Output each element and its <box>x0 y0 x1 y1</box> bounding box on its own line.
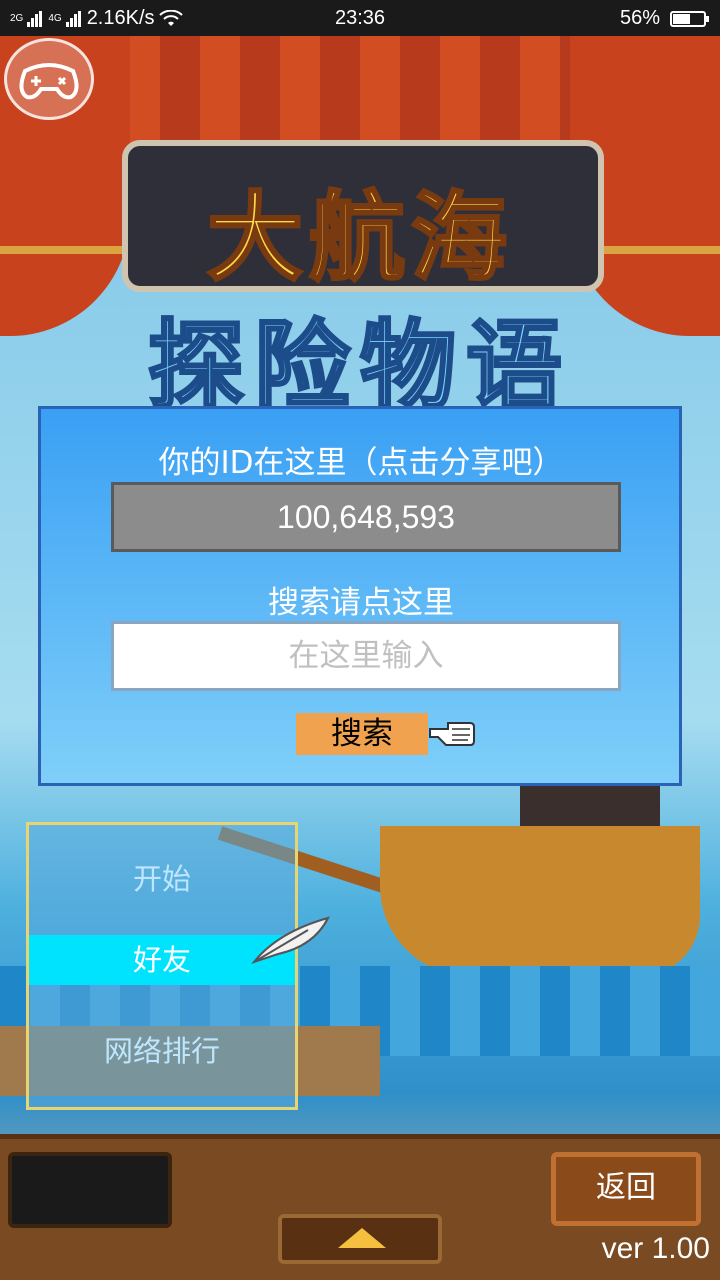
clock: 23:36 <box>334 7 386 29</box>
ship-hull <box>380 826 700 976</box>
search-button[interactable]: 搜索 <box>296 713 428 755</box>
battery-fill <box>673 13 690 24</box>
status-right: 56% <box>619 7 709 30</box>
battery-percent: 56% <box>619 7 660 29</box>
back-button[interactable]: 返回 <box>551 1152 701 1226</box>
search-title: 搜索请点这里 <box>268 585 454 621</box>
menu-item-start[interactable]: 开始 <box>29 859 295 899</box>
version-label: ver 1.00 <box>601 1232 710 1265</box>
gamepad-button[interactable] <box>4 38 94 120</box>
search-input[interactable] <box>111 621 621 691</box>
battery-icon <box>670 10 709 27</box>
item-slot[interactable] <box>8 1152 172 1228</box>
share-dialog: 你的ID在这里（点击分享吧） 100,648,593 搜索请点这里 搜索 <box>38 406 682 786</box>
pointing-hand-icon <box>429 722 475 746</box>
quill-feather-icon <box>251 916 330 965</box>
id-title[interactable]: 你的ID在这里（点击分享吧） <box>41 437 681 482</box>
triangle-up-icon <box>338 1228 386 1248</box>
status-bar: 2G 4G 2.16K/s 23:36 56% <box>0 0 720 36</box>
game-title-line1: 大航海 <box>206 181 513 296</box>
player-id-box[interactable]: 100,648,593 <box>111 482 621 552</box>
expand-button[interactable] <box>278 1214 442 1264</box>
gamepad-icon <box>19 63 79 100</box>
menu-item-ranking[interactable]: 网络排行 <box>29 1031 295 1071</box>
